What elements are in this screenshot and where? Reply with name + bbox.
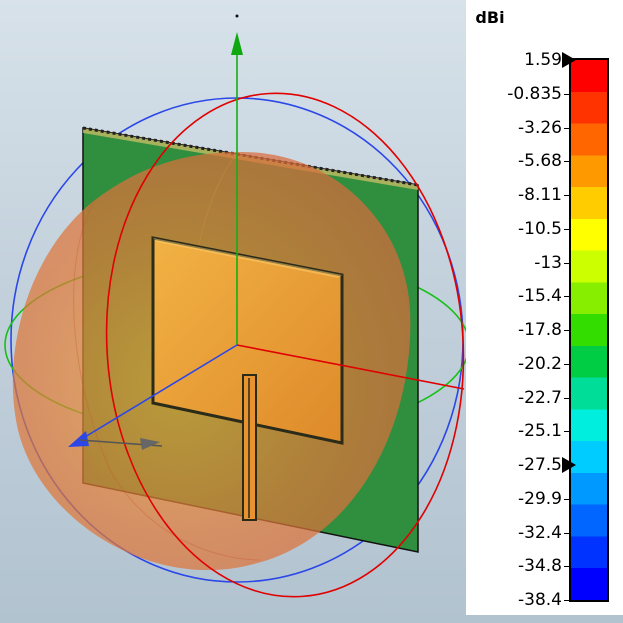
tick-label: -27.5 bbox=[518, 455, 562, 475]
legend-unit-label: dBi bbox=[475, 8, 505, 27]
tick-label: -5.68 bbox=[518, 151, 562, 172]
tick-mark bbox=[564, 195, 570, 196]
tick-label: -17.8 bbox=[518, 320, 562, 340]
tick-label: -13 bbox=[534, 252, 562, 273]
tick-label: -32.4 bbox=[518, 522, 562, 543]
tick-label: -0.835 bbox=[507, 83, 562, 104]
tick-label: -3.26 bbox=[518, 117, 562, 138]
tick-label: -8.11 bbox=[518, 185, 562, 205]
tick-mark bbox=[564, 431, 570, 433]
tick-mark bbox=[564, 296, 570, 298]
tick-label: -20.2 bbox=[518, 353, 562, 374]
tick-mark bbox=[564, 600, 570, 601]
tick-mark bbox=[564, 127, 570, 129]
tick-mark bbox=[564, 228, 570, 230]
value-marker-icon[interactable] bbox=[562, 457, 576, 473]
tick-mark bbox=[564, 363, 570, 365]
tick-mark bbox=[564, 161, 570, 163]
z-axis-arrow-icon bbox=[231, 32, 243, 55]
tick-mark bbox=[564, 93, 570, 95]
tick-label: -10.5 bbox=[518, 218, 562, 239]
tick-mark bbox=[564, 330, 570, 331]
tick-label: -25.1 bbox=[518, 421, 562, 442]
tick-label: -29.9 bbox=[518, 488, 562, 509]
feed-line bbox=[242, 374, 257, 521]
tick-mark bbox=[564, 566, 570, 568]
tick-label: -22.7 bbox=[518, 387, 562, 408]
tick-mark bbox=[564, 498, 570, 500]
tick-label: -38.4 bbox=[518, 590, 562, 610]
tick-mark bbox=[564, 532, 570, 534]
tick-label: -15.4 bbox=[518, 286, 562, 307]
tick-mark bbox=[564, 397, 570, 399]
colorbar-legend: dBi 1.59 -0.835 -3.26 -5.68 -8.11 -10.5 -13 -15… bbox=[466, 0, 623, 615]
value-marker-icon[interactable] bbox=[562, 52, 576, 68]
tick-mark bbox=[564, 262, 570, 264]
colorbar-gradient bbox=[569, 58, 609, 602]
tick-label: 1.59 bbox=[524, 50, 562, 70]
tick-label: -34.8 bbox=[518, 556, 562, 577]
